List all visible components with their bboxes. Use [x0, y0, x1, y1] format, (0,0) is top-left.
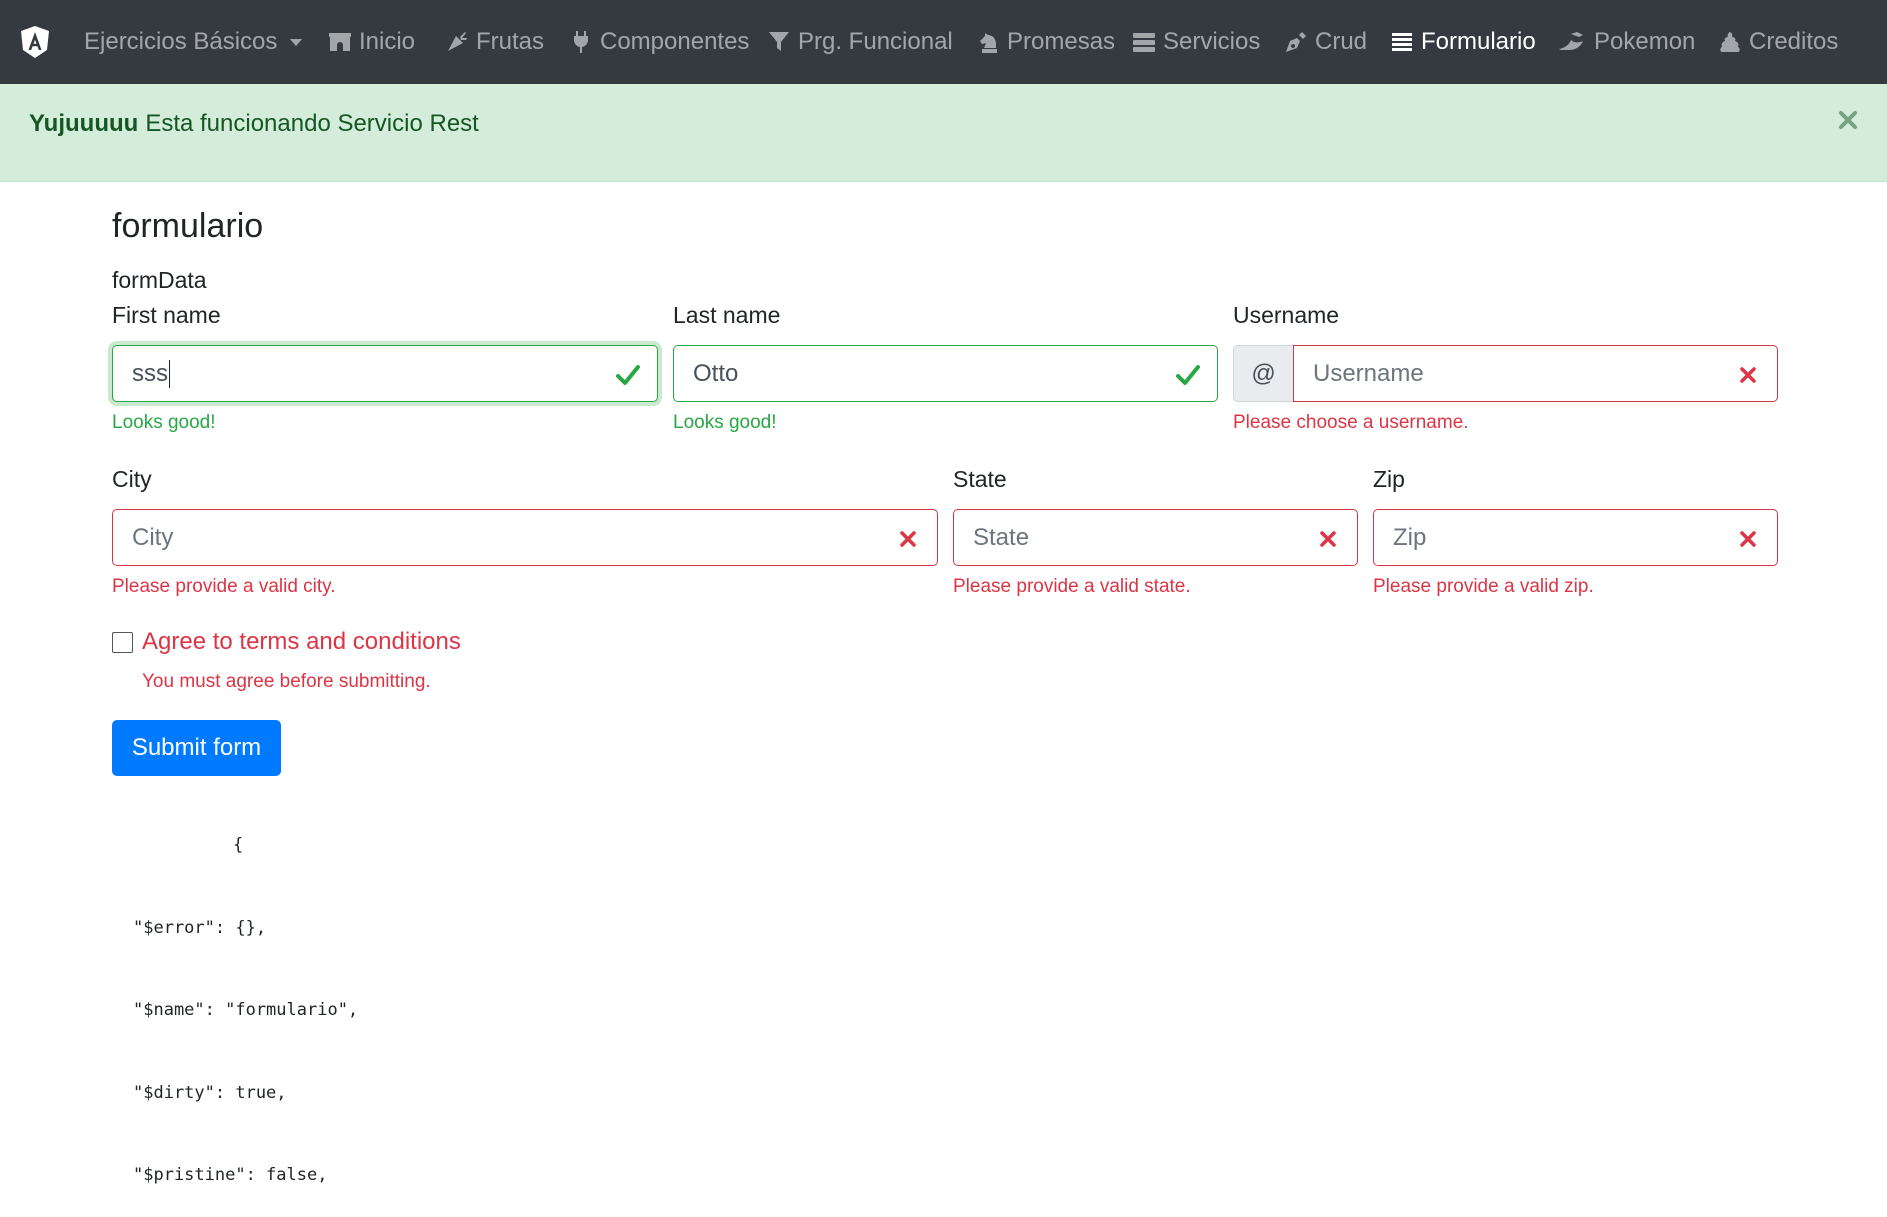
nav-item-formulario[interactable]: Formulario: [1390, 0, 1536, 84]
state-label: State: [953, 466, 1007, 492]
top-navbar: Ejercicios Básicos Inicio Frutas Compone…: [0, 0, 1887, 84]
success-alert: Yujuuuuu Esta funcionando Servicio Rest: [0, 84, 1887, 182]
form-name-label: formData: [112, 267, 207, 293]
nav-item-label: Frutas: [476, 28, 545, 55]
city-label: City: [112, 466, 152, 492]
form-json-dump: { "$error": {}, "$name": "formulario", "…: [133, 777, 358, 1217]
submit-form-button[interactable]: Submit form: [112, 720, 281, 776]
check-icon: [615, 362, 641, 388]
alert-text: Esta funcionando Servicio Rest: [145, 110, 479, 137]
first-name-value: sss: [132, 359, 168, 387]
first-name-label: First name: [112, 302, 221, 328]
filter-icon: [767, 30, 791, 54]
text-cursor: [169, 359, 170, 388]
nav-item-frutas[interactable]: Frutas: [445, 0, 544, 84]
terms-feedback: You must agree before submitting.: [142, 671, 431, 692]
error-x-icon: [1735, 362, 1761, 388]
zip-label: Zip: [1373, 466, 1405, 492]
nav-item-label: Inicio: [359, 28, 416, 55]
zip-placeholder: Zip: [1393, 523, 1427, 551]
nav-item-label: Componentes: [600, 28, 750, 55]
carrot-icon: [445, 30, 469, 54]
plug-icon: [569, 30, 593, 54]
alert-message: Yujuuuuu Esta funcionando Servicio Rest: [29, 110, 479, 138]
nav-item-label: Servicios: [1163, 28, 1261, 55]
nav-item-prg-funcional[interactable]: Prg. Funcional: [767, 0, 953, 84]
error-x-icon: [895, 526, 921, 552]
nav-ejercicios-basicos-dropdown[interactable]: Ejercicios Básicos: [84, 0, 303, 84]
first-name-feedback: Looks good!: [112, 412, 216, 433]
nav-item-label: Prg. Funcional: [798, 28, 953, 55]
username-placeholder: Username: [1313, 359, 1424, 387]
username-input[interactable]: Username: [1293, 345, 1778, 402]
nav-item-label: Pokemon: [1594, 28, 1696, 55]
state-feedback: Please provide a valid state.: [953, 576, 1191, 597]
at-prefix: @: [1233, 345, 1293, 402]
nav-item-label: Promesas: [1007, 28, 1116, 55]
city-feedback: Please provide a valid city.: [112, 576, 336, 597]
first-name-input[interactable]: sss: [112, 345, 658, 402]
zip-input[interactable]: Zip: [1373, 509, 1778, 566]
terms-checkbox[interactable]: [112, 632, 133, 653]
close-icon[interactable]: [1834, 106, 1862, 134]
nav-item-label: Crud: [1315, 28, 1368, 55]
nav-item-inicio[interactable]: Inicio: [328, 0, 415, 84]
nav-item-pokemon[interactable]: Pokemon: [1557, 0, 1695, 84]
nav-item-creditos[interactable]: Creditos: [1718, 0, 1838, 84]
check-icon: [1175, 362, 1201, 388]
pen-nib-icon: [1284, 30, 1308, 54]
terms-label[interactable]: Agree to terms and conditions: [142, 628, 461, 656]
nav-item-label: Creditos: [1749, 28, 1839, 55]
username-label: Username: [1233, 302, 1340, 328]
last-name-value: Otto: [693, 359, 739, 387]
nav-item-servicios[interactable]: Servicios: [1132, 0, 1260, 84]
error-x-icon: [1735, 526, 1761, 552]
error-x-icon: [1315, 526, 1341, 552]
last-name-label: Last name: [673, 302, 781, 328]
json-line: {: [233, 835, 244, 855]
last-name-input[interactable]: Otto: [673, 345, 1218, 402]
angular-logo-icon[interactable]: [20, 25, 50, 59]
json-line: "$error": {},: [133, 917, 267, 938]
username-feedback: Please choose a username.: [1233, 412, 1469, 433]
city-input[interactable]: City: [112, 509, 938, 566]
last-name-feedback: Looks good!: [673, 412, 777, 433]
nav-item-promesas[interactable]: Promesas: [976, 0, 1115, 84]
city-placeholder: City: [132, 523, 174, 551]
chevron-down-icon: [290, 38, 303, 46]
list-icon: [1390, 30, 1414, 54]
json-line: "$name": "formulario",: [133, 1000, 359, 1020]
archway-icon: [328, 30, 352, 54]
nav-item-componentes[interactable]: Componentes: [569, 0, 749, 84]
state-placeholder: State: [973, 523, 1030, 551]
poop-icon: [1718, 30, 1742, 54]
state-input[interactable]: State: [953, 509, 1358, 566]
json-line: "$dirty": true,: [133, 1082, 287, 1103]
nav-item-label: Formulario: [1421, 28, 1536, 55]
nav-item-label: Ejercicios Básicos: [84, 28, 278, 55]
alert-strong: Yujuuuuu: [29, 110, 139, 137]
zip-feedback: Please provide a valid zip.: [1373, 576, 1594, 597]
page-title: formulario: [112, 207, 264, 245]
dragon-icon: [1557, 30, 1587, 54]
nav-item-crud[interactable]: Crud: [1284, 0, 1367, 84]
json-line: "$pristine": false,: [133, 1165, 328, 1185]
chess-knight-icon: [976, 30, 1000, 54]
server-icon: [1132, 30, 1156, 54]
